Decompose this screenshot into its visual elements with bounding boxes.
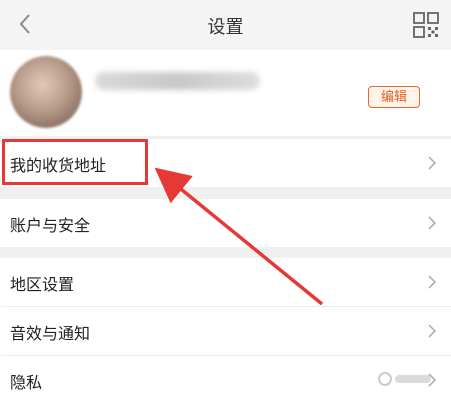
qr-code-button[interactable] (413, 12, 439, 38)
page-title: 设置 (207, 17, 244, 38)
chevron-right-icon (428, 275, 437, 289)
chevron-right-icon (428, 156, 437, 170)
chevron-right-icon (428, 216, 437, 230)
nav-bar: 设置 (0, 0, 451, 50)
menu-item-shipping-address[interactable]: 我的收货地址 (0, 139, 451, 187)
qr-grid-icon (413, 12, 439, 38)
chevron-right-icon (428, 324, 437, 338)
menu-item-label: 隐私 (10, 373, 43, 392)
profile-card[interactable]: 编辑 (0, 50, 451, 136)
watermark-logo (375, 369, 435, 393)
menu-item-sound-notifications[interactable]: 音效与通知 (0, 307, 451, 355)
menu-item-account-security[interactable]: 账户与安全 (0, 199, 451, 247)
edit-profile-button[interactable]: 编辑 (368, 86, 420, 108)
menu-item-label: 地区设置 (10, 275, 75, 294)
menu-item-label: 音效与通知 (10, 324, 91, 343)
menu-item-label: 账户与安全 (10, 216, 91, 235)
menu-item-region-settings[interactable]: 地区设置 (0, 258, 451, 306)
avatar[interactable] (10, 56, 82, 128)
username-blurred (95, 72, 260, 90)
menu-item-label: 我的收货地址 (10, 156, 107, 175)
